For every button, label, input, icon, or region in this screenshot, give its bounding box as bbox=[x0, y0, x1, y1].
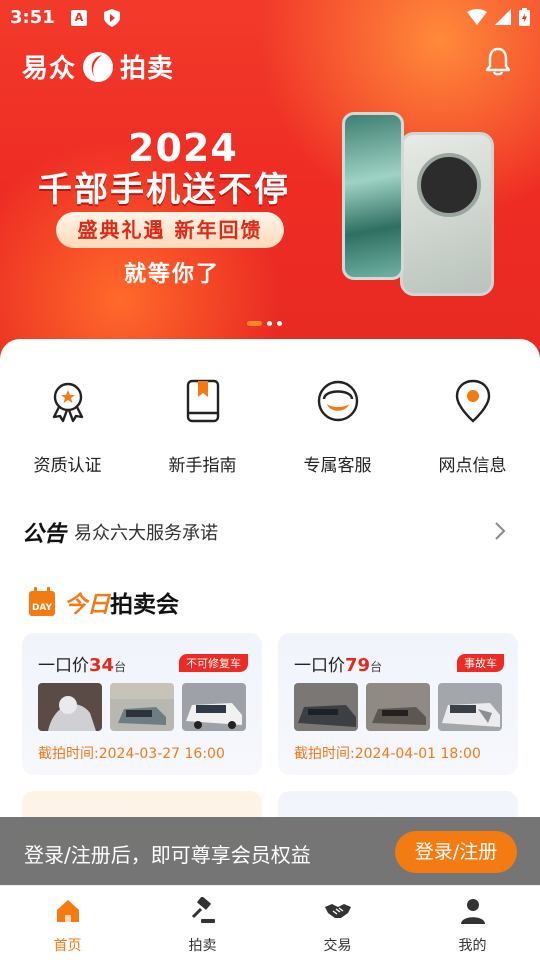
calendar-day-text: DAY bbox=[32, 603, 53, 613]
car-thumbnail bbox=[182, 683, 246, 731]
quick-link-service[interactable]: 专属客服 bbox=[270, 377, 405, 476]
tab-trade[interactable]: 交易 bbox=[270, 886, 405, 960]
auction-card-tag: 事故车 bbox=[457, 654, 504, 672]
auction-card-unit: 台 bbox=[114, 660, 127, 674]
auction-card-prefix: 一口价 bbox=[38, 656, 89, 676]
carousel-dot[interactable] bbox=[267, 321, 272, 326]
announcement-tag: 公告 bbox=[22, 522, 67, 547]
quick-link-label: 专属客服 bbox=[303, 456, 372, 476]
chevron-right-icon bbox=[495, 522, 506, 540]
car-thumbnail bbox=[438, 683, 502, 731]
carousel-dot[interactable] bbox=[277, 321, 282, 326]
auction-card-count: 79 bbox=[345, 655, 371, 676]
tab-label: 首页 bbox=[53, 938, 82, 954]
gavel-icon bbox=[191, 896, 215, 923]
quick-link-label: 网点信息 bbox=[438, 456, 507, 476]
login-prompt-text: 登录/注册后，即可尊享会员权益 bbox=[24, 843, 311, 867]
auction-card-thumbnails bbox=[294, 683, 502, 731]
quick-link-guide[interactable]: 新手指南 bbox=[135, 377, 270, 476]
promo-banner[interactable]: 3:51 A 易众 拍卖 2024 千部手机送不停 盛典礼遇 新年回馈 就等你了 bbox=[0, 0, 540, 380]
app-logo: 易众 拍卖 bbox=[22, 48, 174, 85]
user-icon bbox=[460, 899, 485, 924]
quick-link-locations[interactable]: 网点信息 bbox=[405, 377, 540, 476]
calendar-day-icon: DAY bbox=[29, 587, 55, 616]
login-prompt-bar: 登录/注册后，即可尊享会员权益 登录/注册 bbox=[0, 817, 540, 885]
auction-card[interactable]: 一口价34台 不可修复车 截拍时间:2024-03-27 16:00 bbox=[22, 633, 262, 775]
promo-title: 千部手机送不停 bbox=[38, 170, 290, 210]
status-time: 3:51 bbox=[10, 7, 55, 28]
tab-mine[interactable]: 我的 bbox=[405, 886, 540, 960]
status-icons bbox=[467, 8, 530, 26]
bottom-tab-bar: 首页 拍卖 交易 我的 bbox=[0, 885, 540, 960]
auction-card-count: 34 bbox=[89, 655, 115, 676]
app-notification-icon: A bbox=[71, 10, 87, 26]
auction-card-header: 一口价79台 bbox=[294, 651, 382, 676]
auction-card-unit: 台 bbox=[370, 660, 383, 674]
logo-text-right: 拍卖 bbox=[120, 54, 175, 84]
today-auction-heading: DAY 今日拍卖会 bbox=[28, 585, 179, 619]
auction-card-header: 一口价34台 bbox=[38, 651, 126, 676]
signal-icon bbox=[495, 9, 511, 25]
tab-home[interactable]: 首页 bbox=[0, 886, 135, 960]
auction-card-deadline: 截拍时间:2024-04-01 18:00 bbox=[294, 746, 481, 762]
customer-service-icon bbox=[317, 380, 358, 422]
tab-label: 交易 bbox=[323, 938, 352, 954]
quick-links: 资质认证 新手指南 专属客服 网点信息 bbox=[0, 377, 540, 476]
phone-back-image bbox=[400, 132, 494, 296]
guide-book-icon bbox=[186, 379, 219, 423]
phone-camera bbox=[417, 153, 481, 217]
notification-bell-icon[interactable] bbox=[484, 46, 512, 76]
today-title-part2: 拍卖会 bbox=[110, 592, 179, 618]
auction-card-deadline: 截拍时间:2024-03-27 16:00 bbox=[38, 746, 225, 762]
battery-icon bbox=[519, 8, 530, 26]
location-pin-icon bbox=[455, 379, 490, 423]
auction-card-prefix: 一口价 bbox=[294, 656, 345, 676]
car-thumbnail bbox=[110, 683, 174, 731]
car-thumbnail bbox=[294, 683, 358, 731]
logo-text-left: 易众 bbox=[22, 54, 77, 84]
logo-mark-icon bbox=[83, 51, 114, 82]
auction-card-tag: 不可修复车 bbox=[179, 654, 248, 672]
tab-label: 拍卖 bbox=[188, 938, 217, 954]
announcement-text: 易众六大服务承诺 bbox=[74, 523, 219, 544]
wifi-icon bbox=[467, 9, 487, 25]
quick-link-label: 新手指南 bbox=[168, 456, 237, 476]
handshake-icon bbox=[324, 904, 351, 918]
certificate-icon bbox=[52, 382, 83, 423]
carousel-indicator[interactable] bbox=[247, 321, 282, 326]
today-auction-title: 今日拍卖会 bbox=[64, 585, 179, 619]
tab-auction[interactable]: 拍卖 bbox=[135, 886, 270, 960]
car-thumbnail bbox=[366, 683, 430, 731]
quick-link-certification[interactable]: 资质认证 bbox=[0, 377, 135, 476]
login-register-button[interactable]: 登录/注册 bbox=[395, 831, 517, 873]
quick-link-label: 资质认证 bbox=[33, 456, 102, 476]
today-title-part1: 今日 bbox=[64, 592, 110, 618]
announcement-bar[interactable]: 公告 易众六大服务承诺 bbox=[22, 515, 518, 549]
phone-front-image bbox=[342, 112, 404, 280]
car-thumbnail bbox=[38, 683, 102, 731]
auction-card-thumbnails bbox=[38, 683, 246, 731]
promo-subtitle: 就等你了 bbox=[124, 262, 221, 287]
home-icon bbox=[56, 900, 79, 922]
carousel-dot-active[interactable] bbox=[247, 321, 262, 326]
status-bar: 3:51 A bbox=[0, 0, 540, 36]
tab-label: 我的 bbox=[458, 938, 487, 954]
main-content: 资质认证 新手指南 专属客服 网点信息 公告 易众六大服务承诺 DAY 今日拍卖… bbox=[0, 339, 540, 899]
auction-card[interactable]: 一口价79台 事故车 截拍时间:2024-04-01 18:00 bbox=[278, 633, 518, 775]
promo-pill: 盛典礼遇 新年回馈 bbox=[56, 212, 284, 248]
shield-play-icon bbox=[104, 9, 120, 27]
